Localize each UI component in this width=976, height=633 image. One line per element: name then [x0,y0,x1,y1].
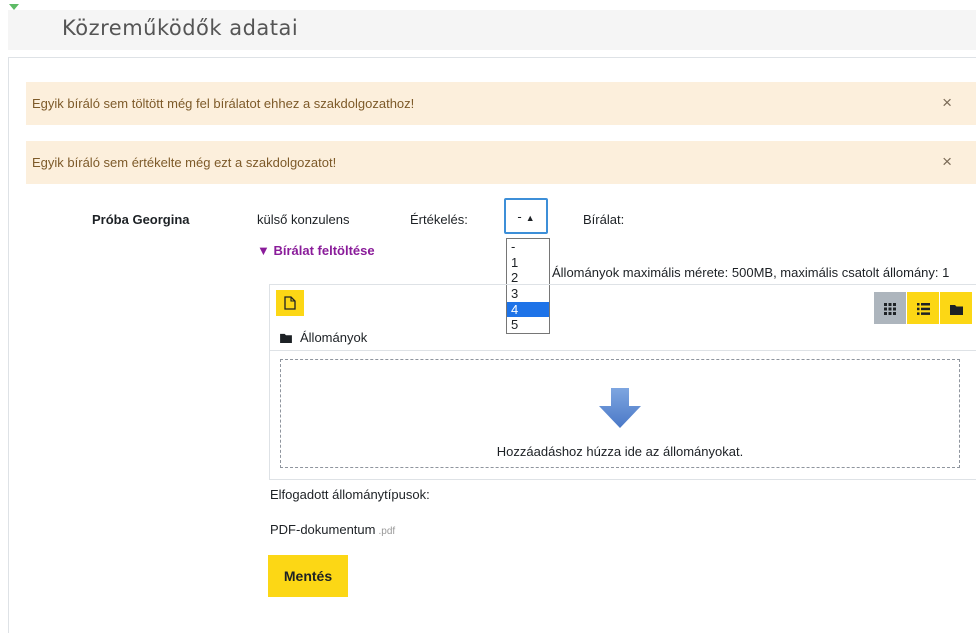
grade-select[interactable]: - ▲︎ [504,198,548,234]
grade-option[interactable]: - [507,239,549,255]
divider [270,350,976,351]
drop-hint: Hozzáadáshoz húzza ide az állományokat. [496,444,744,459]
grade-label: Értékelés: [410,212,468,227]
grade-select-value: - [517,209,522,224]
accepted-file-type: PDF-dokumentum .pdf [270,522,395,537]
folder-view-icon [949,304,963,315]
drop-zone[interactable]: Hozzáadáshoz húzza ide az állományokat. [280,359,960,468]
folder-icon [280,333,292,343]
add-file-button[interactable] [276,290,304,316]
list-view-icon [916,303,930,316]
folder-view-button[interactable] [940,292,972,324]
close-icon[interactable]: × [942,152,952,172]
review-label: Bírálat: [583,212,625,227]
list-view-button[interactable] [907,292,939,324]
select-arrows-icon: ▲︎ [525,213,535,223]
alert-no-review-uploaded: Egyik bíráló sem töltött még fel bírálat… [26,82,976,125]
save-button[interactable]: Mentés [268,555,348,597]
alert-text: Egyik bíráló sem értékelte még ezt a sza… [32,155,337,170]
collapse-triangle-icon[interactable] [9,4,19,10]
reviewer-role: külső konzulens [257,212,350,227]
close-icon[interactable]: × [942,93,952,113]
view-switcher [874,292,972,324]
reviewer-name: Próba Georgina [92,212,190,227]
upload-limits: Állományok maximális mérete: 500MB, maxi… [552,265,950,280]
file-path-label[interactable]: Állományok [300,330,367,345]
add-file-icon [284,296,296,310]
drop-arrow-icon [599,388,641,428]
grid-view-button[interactable] [874,292,906,324]
grid-view-icon [884,303,896,316]
file-type-ext: .pdf [378,526,396,537]
section-header: Közreműködők adatai [0,0,976,56]
file-path: Állományok [280,330,367,345]
section-title: Közreműködők adatai [62,16,299,40]
accepted-types-label: Elfogadott állománytípusok: [270,487,430,502]
alert-no-grade: Egyik bíráló sem értékelte még ezt a sza… [26,141,976,184]
file-type-name: PDF-dokumentum [270,522,376,537]
grade-option[interactable]: 1 [507,255,549,271]
upload-review-toggle[interactable]: ▼ Bírálat feltöltése [257,243,375,258]
alert-text: Egyik bíráló sem töltött még fel bírálat… [32,96,415,111]
